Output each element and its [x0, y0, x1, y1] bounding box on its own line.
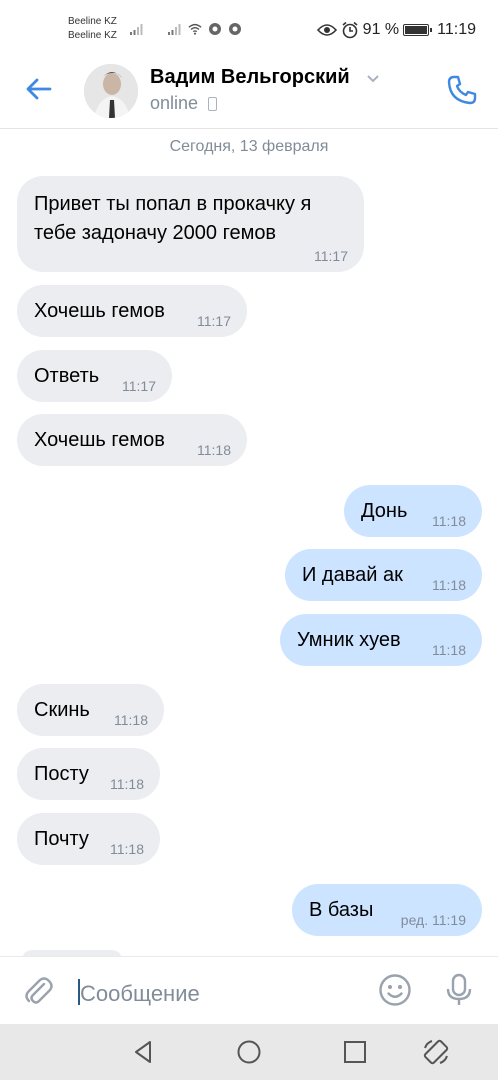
message-bubble-incoming[interactable]: Посту 11:18	[17, 748, 160, 800]
phone-icon[interactable]	[446, 74, 478, 106]
mobile-online-icon	[208, 97, 217, 111]
chat-header: Вадим Вельгорский online	[0, 52, 498, 129]
signal-1-icon	[130, 24, 143, 35]
triangle-back-icon[interactable]	[130, 1038, 158, 1066]
message-text: Умник хуев	[297, 629, 401, 651]
message-input-placeholder: Сообщение	[80, 981, 200, 1006]
avatar-photo	[84, 64, 138, 118]
message-time: 11:18	[110, 776, 144, 792]
paperclip-icon[interactable]	[22, 975, 54, 1007]
status-icons-right: 91 % 11:19	[316, 21, 476, 39]
message-time: 11:18	[110, 841, 144, 857]
message-time: 11:18	[432, 513, 466, 529]
square-recents-icon[interactable]	[341, 1038, 369, 1066]
message-text: Привет ты попал в прокачку я тебе задона…	[34, 193, 312, 244]
date-separator: Сегодня, 13 февраля	[169, 138, 329, 155]
message-input[interactable]: Сообщение	[78, 973, 358, 1009]
avatar[interactable]	[84, 64, 138, 118]
message-bubble-outgoing[interactable]: Умник хуев 11:18	[280, 614, 482, 666]
message-time: 11:17	[122, 378, 156, 394]
message-bubble-incoming[interactable]: Ответь 11:17	[17, 350, 172, 402]
message-time: 11:18	[197, 442, 231, 458]
message-text: Почту	[34, 828, 89, 850]
chevron-down-icon[interactable]	[366, 74, 380, 84]
arrow-left-icon[interactable]	[24, 74, 54, 104]
status-bar: Beeline KZ Beeline KZ 91 % 11:19	[0, 0, 498, 50]
message-text: Скинь	[34, 699, 90, 721]
message-bubble-incoming[interactable]: Хочешь гемов 11:17	[17, 285, 247, 337]
message-text: Посту	[34, 763, 89, 785]
message-text: Хочешь гемов	[34, 429, 165, 451]
message-bubble-outgoing[interactable]: Донь 11:18	[344, 485, 482, 537]
message-bubble-incoming[interactable]: Почту 11:18	[17, 813, 160, 865]
smile-icon[interactable]	[378, 973, 412, 1007]
message-bubble-incoming[interactable]: Хочешь гемов 11:18	[17, 414, 247, 466]
chrome-icon	[209, 23, 221, 35]
message-input-bar: Сообщение	[0, 956, 498, 1025]
message-text: Хочешь гемов	[34, 300, 165, 322]
carrier-1: Beeline KZ	[68, 16, 117, 27]
battery-percent: 91 %	[362, 21, 400, 38]
message-time: 11:17	[197, 313, 231, 329]
status-icons-left	[130, 22, 242, 36]
carrier-labels: Beeline KZ Beeline KZ	[68, 15, 117, 43]
message-text: Донь	[361, 500, 408, 522]
carrier-2: Beeline KZ	[68, 30, 117, 41]
microphone-icon[interactable]	[444, 973, 474, 1007]
message-bubble-incoming[interactable]: Привет ты попал в прокачку я тебе задона…	[17, 176, 364, 272]
eye-icon	[316, 24, 337, 36]
message-bubble-outgoing[interactable]: И давай ак 11:18	[285, 549, 482, 601]
contact-name[interactable]: Вадим Вельгорский	[150, 66, 350, 89]
battery-icon	[403, 24, 433, 36]
circle-home-icon[interactable]	[235, 1038, 263, 1066]
message-text: В базы	[309, 899, 374, 921]
message-time: 11:18	[114, 712, 148, 728]
contact-status: online	[150, 93, 199, 113]
message-time: 11:18	[432, 577, 466, 593]
battery-level	[405, 26, 427, 34]
message-time: 11:18	[432, 642, 466, 658]
message-time: ред. 11:19	[400, 912, 466, 928]
clock: 11:19	[437, 21, 476, 38]
message-text: И давай ак	[302, 564, 403, 586]
system-nav-bar	[0, 1024, 498, 1080]
message-bubble-incoming[interactable]: Скинь 11:18	[17, 684, 164, 736]
alarm-icon	[342, 21, 358, 39]
wifi-icon	[188, 23, 202, 35]
chrome-icon-2	[229, 23, 241, 35]
message-time: 11:17	[314, 248, 348, 264]
rotate-screen-icon[interactable]	[422, 1038, 450, 1066]
message-bubble-outgoing[interactable]: В базы ред. 11:19	[292, 884, 482, 936]
signal-2-icon	[168, 24, 181, 35]
message-text: Ответь	[34, 365, 100, 387]
